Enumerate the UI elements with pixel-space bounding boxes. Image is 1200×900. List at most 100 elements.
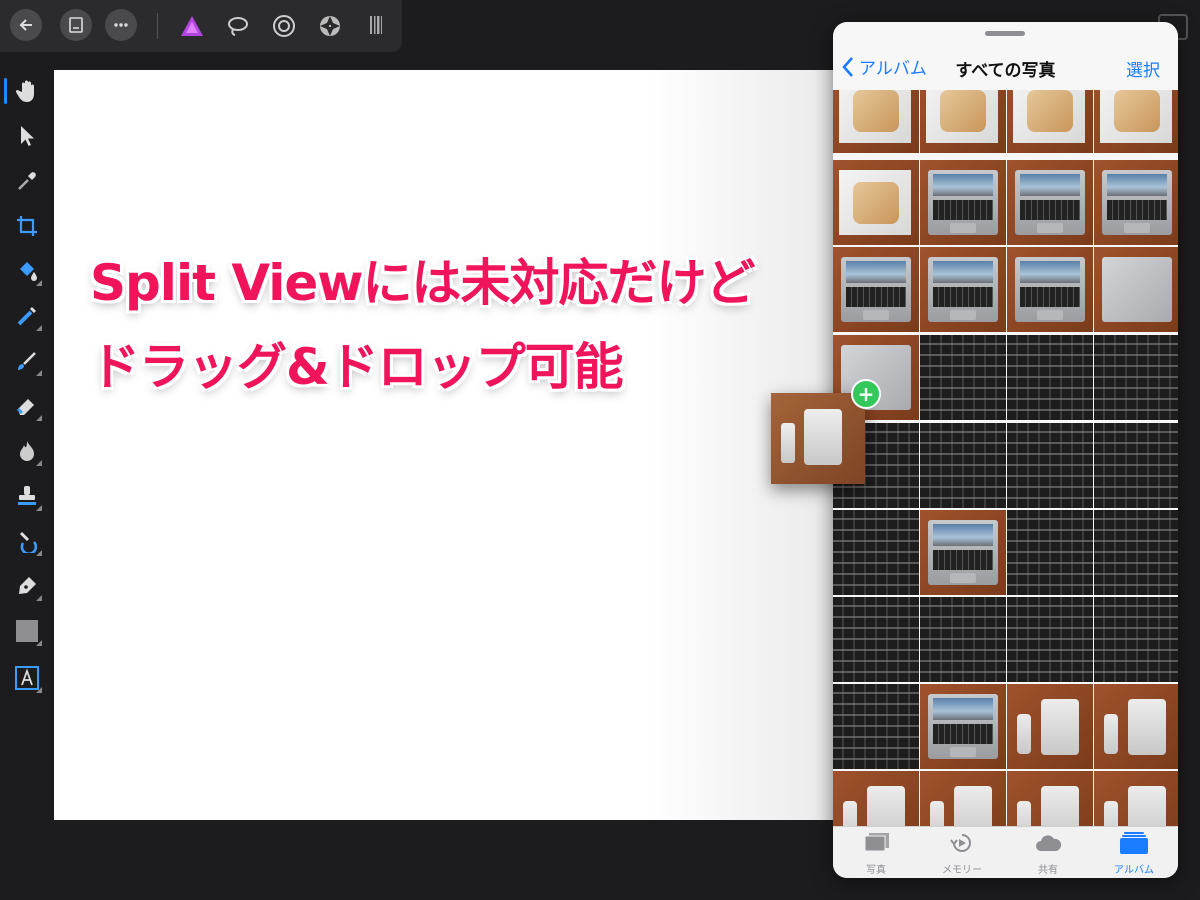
- tool-submenu-indicator: [36, 415, 42, 421]
- more-button[interactable]: [105, 9, 137, 41]
- text-tool[interactable]: [10, 661, 44, 695]
- tool-submenu-indicator: [36, 370, 42, 376]
- paint-brush-tool[interactable]: [10, 344, 44, 378]
- ipad-in-photo: [804, 409, 842, 465]
- select-button[interactable]: 選択: [1126, 56, 1160, 81]
- liquify-persona-button[interactable]: [270, 12, 298, 40]
- document-icon: [69, 17, 83, 33]
- photo-thumbnail[interactable]: [920, 771, 1006, 826]
- tool-submenu-indicator: [36, 595, 42, 601]
- tool-submenu-indicator: [36, 640, 42, 646]
- develop-persona-button[interactable]: [316, 12, 344, 40]
- tab-memories[interactable]: メモリー: [919, 831, 1005, 876]
- tool-submenu-indicator: [36, 460, 42, 466]
- photo-thumbnail[interactable]: [833, 597, 919, 682]
- photo-thumbnail[interactable]: [1094, 771, 1178, 826]
- photo-thumbnail[interactable]: [1094, 90, 1178, 153]
- eyedropper-icon: [18, 172, 36, 190]
- albums-icon: [1120, 832, 1148, 854]
- aperture-icon: [320, 16, 340, 36]
- liquify-icon: [273, 15, 295, 37]
- photo-thumbnail[interactable]: [1094, 510, 1178, 595]
- tab-albums[interactable]: アルバム: [1091, 831, 1177, 876]
- photo-thumbnail[interactable]: [1007, 771, 1093, 826]
- tab-photos-label: 写真: [866, 865, 886, 876]
- tool-submenu-indicator: [36, 325, 42, 331]
- move-tool[interactable]: [10, 119, 44, 153]
- photo-thumbnail[interactable]: [833, 771, 919, 826]
- photo-thumbnail[interactable]: [920, 510, 1006, 595]
- top-toolbar: [0, 0, 402, 52]
- color-picker-tool[interactable]: [10, 164, 44, 198]
- photo-thumbnail[interactable]: [1094, 597, 1178, 682]
- photo-thumbnail[interactable]: [833, 160, 919, 245]
- selection-brush-tool[interactable]: [10, 299, 44, 333]
- photo-thumbnail[interactable]: [920, 90, 1006, 153]
- tool-submenu-indicator: [36, 550, 42, 556]
- photo-thumbnail[interactable]: [920, 423, 1006, 508]
- photo-thumbnail[interactable]: [1007, 510, 1093, 595]
- pen-tool[interactable]: [10, 569, 44, 603]
- headline-line-2: ドラッグ&ドロップ可能: [90, 338, 624, 396]
- memories-icon: [950, 834, 971, 852]
- crop-tool[interactable]: [10, 209, 44, 243]
- photo-thumbnail[interactable]: [920, 247, 1006, 332]
- view-tool[interactable]: [4, 74, 44, 108]
- photo-thumbnail[interactable]: [833, 684, 919, 769]
- photo-thumbnail[interactable]: [1094, 247, 1178, 332]
- headline-line-1: Split Viewには未対応だけど: [90, 254, 755, 312]
- toolbar-divider: [157, 13, 158, 39]
- photo-thumbnail[interactable]: [920, 335, 1006, 420]
- crop-icon: [17, 216, 37, 236]
- photo-thumbnail[interactable]: [1094, 684, 1178, 769]
- slide-over-grabber[interactable]: [985, 31, 1025, 36]
- selection-persona-button[interactable]: [224, 12, 252, 40]
- photo-thumbnail[interactable]: [1007, 684, 1093, 769]
- photo-thumbnail[interactable]: [920, 684, 1006, 769]
- photo-thumbnail[interactable]: [1007, 247, 1093, 332]
- photo-thumbnail[interactable]: [1007, 160, 1093, 245]
- document-canvas[interactable]: Split Viewには未対応だけど ドラッグ&ドロップ可能: [54, 70, 844, 820]
- lasso-icon: [228, 17, 248, 36]
- tab-shared[interactable]: 共有: [1005, 831, 1091, 876]
- arrow-left-icon: [19, 19, 32, 31]
- photo-thumbnail[interactable]: [920, 160, 1006, 245]
- photo-thumbnail[interactable]: [1007, 423, 1093, 508]
- photo-thumbnail[interactable]: [1094, 335, 1178, 420]
- photo-thumbnail[interactable]: [1007, 90, 1093, 153]
- tone-mapping-persona-button[interactable]: [362, 12, 390, 40]
- more-icon: [114, 23, 128, 27]
- photo-thumbnail[interactable]: [1007, 335, 1093, 420]
- document-button[interactable]: [60, 9, 92, 41]
- photo-thumbnail[interactable]: [1094, 160, 1178, 245]
- back-button[interactable]: [10, 9, 42, 41]
- photo-grid: [833, 90, 1178, 826]
- tab-photos[interactable]: 写真: [833, 831, 919, 876]
- tab-shared-label: 共有: [1038, 865, 1058, 876]
- dragged-photo-preview[interactable]: [771, 393, 865, 484]
- erase-brush-tool[interactable]: [10, 389, 44, 423]
- tool-submenu-indicator: [36, 505, 42, 511]
- photo-thumbnail[interactable]: [833, 90, 919, 153]
- photos-slide-over: アルバム すべての写真 選択 写真 メモリー 共有 アルバム: [833, 22, 1178, 878]
- flood-fill-tool[interactable]: [10, 254, 44, 288]
- healing-tool[interactable]: [10, 524, 44, 558]
- tools-panel: [0, 70, 54, 900]
- photo-thumbnail[interactable]: [1094, 423, 1178, 508]
- photo-thumbnail[interactable]: [920, 597, 1006, 682]
- dodge-burn-tool[interactable]: [10, 434, 44, 468]
- tab-memories-label: メモリー: [942, 865, 982, 876]
- add-badge-icon: +: [851, 379, 881, 409]
- shape-tool[interactable]: [10, 614, 44, 648]
- photo-thumbnail[interactable]: [1007, 597, 1093, 682]
- clone-tool[interactable]: [10, 479, 44, 513]
- photo-persona-button[interactable]: [178, 12, 206, 40]
- photos-icon: [864, 833, 889, 852]
- photo-thumbnail[interactable]: [833, 510, 919, 595]
- pointer-arrow-icon: [21, 126, 34, 146]
- tool-submenu-indicator: [36, 687, 42, 693]
- photo-thumbnail[interactable]: [833, 247, 919, 332]
- hand-icon: [15, 80, 34, 102]
- tone-mapping-icon: [370, 16, 382, 34]
- tab-albums-label: アルバム: [1114, 865, 1154, 876]
